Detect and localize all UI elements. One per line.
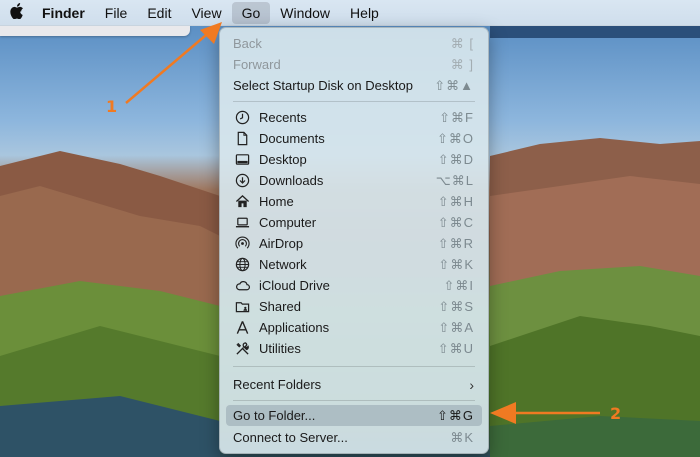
distant-sky xyxy=(490,26,700,38)
clock-icon xyxy=(233,109,251,127)
shortcut-label: ⇧⌘U xyxy=(437,340,474,356)
menu-finder[interactable]: Finder xyxy=(32,2,95,24)
shortcut-label: ⌘K xyxy=(450,429,474,445)
menu-item-label: Go to Folder... xyxy=(233,408,316,423)
menu-item-shared[interactable]: Shared ⇧⌘S xyxy=(226,296,482,317)
globe-icon xyxy=(233,256,251,274)
download-icon xyxy=(233,172,251,190)
airdrop-icon xyxy=(233,235,251,253)
menu-item-label: AirDrop xyxy=(259,236,304,251)
menu-item-label: Shared xyxy=(259,299,301,314)
menu-item-label: Recent Folders xyxy=(233,377,322,392)
apple-menu-icon[interactable] xyxy=(2,2,32,23)
menu-item-label: Recents xyxy=(259,110,307,125)
shortcut-label: ⇧⌘A xyxy=(438,319,474,335)
shared-folder-icon xyxy=(233,298,251,316)
shortcut-label: ⇧⌘K xyxy=(438,256,474,272)
menu-item-network[interactable]: Network ⇧⌘K xyxy=(226,254,482,275)
menu-window[interactable]: Window xyxy=(270,2,340,24)
cloud-icon xyxy=(233,277,251,295)
menu-item-label: Computer xyxy=(259,215,317,230)
menu-item-recents[interactable]: Recents ⇧⌘F xyxy=(226,107,482,128)
home-icon xyxy=(233,193,251,211)
menu-bar: Finder File Edit View Go Window Help xyxy=(0,0,700,26)
shortcut-label: ⇧⌘O xyxy=(436,130,474,146)
shortcut-label: ⇧⌘▲ xyxy=(434,77,474,93)
menu-item-label: Network xyxy=(259,257,307,272)
menu-separator xyxy=(233,366,475,367)
go-menu-dropdown: Back ⌘ [ Forward ⌘ ] Select Startup Disk… xyxy=(219,27,489,454)
menu-separator xyxy=(233,101,475,102)
menu-item-label: Utilities xyxy=(259,341,301,356)
menu-help[interactable]: Help xyxy=(340,2,389,24)
menu-item-connect-to-server[interactable]: Connect to Server... ⌘K xyxy=(226,427,482,448)
chevron-right-icon: › xyxy=(469,376,474,393)
shortcut-label: ⇧⌘G xyxy=(436,407,474,423)
menu-item-forward[interactable]: Forward ⌘ ] xyxy=(226,54,482,75)
laptop-icon xyxy=(233,214,251,232)
annotation-step-1: 1 xyxy=(106,97,118,116)
menu-item-label: Downloads xyxy=(259,173,324,188)
shortcut-label: ⇧⌘F xyxy=(439,109,474,125)
shortcut-label: ⇧⌘R xyxy=(437,235,474,251)
shortcut-label: ⇧⌘D xyxy=(437,151,474,167)
menu-item-label: Back xyxy=(233,36,262,51)
shortcut-label: ⌥⌘L xyxy=(435,172,474,188)
menu-go[interactable]: Go xyxy=(231,1,271,24)
menu-item-computer[interactable]: Computer ⇧⌘C xyxy=(226,212,482,233)
menu-item-label: Select Startup Disk on Desktop xyxy=(233,78,413,93)
shortcut-label: ⌘ [ xyxy=(450,35,474,51)
menu-item-label: Home xyxy=(259,194,294,209)
menu-item-back[interactable]: Back ⌘ [ xyxy=(226,33,482,54)
menu-item-applications[interactable]: Applications ⇧⌘A xyxy=(226,317,482,338)
menu-item-home[interactable]: Home ⇧⌘H xyxy=(226,191,482,212)
shortcut-label: ⇧⌘H xyxy=(437,193,474,209)
menu-item-utilities[interactable]: Utilities ⇧⌘U xyxy=(226,338,482,359)
menu-view[interactable]: View xyxy=(181,2,231,24)
menu-item-label: Connect to Server... xyxy=(233,430,348,445)
menu-item-label: iCloud Drive xyxy=(259,278,330,293)
menu-item-label: Forward xyxy=(233,57,281,72)
menu-item-go-to-folder[interactable]: Go to Folder... ⇧⌘G xyxy=(226,405,482,426)
shortcut-label: ⇧⌘S xyxy=(438,298,474,314)
menu-item-desktop[interactable]: Desktop ⇧⌘D xyxy=(226,149,482,170)
document-icon xyxy=(233,130,251,148)
menu-separator xyxy=(233,400,475,401)
menu-item-label: Documents xyxy=(259,131,325,146)
menu-item-recent-folders[interactable]: Recent Folders › xyxy=(226,374,482,395)
annotation-step-2: 2 xyxy=(610,404,622,423)
menu-item-airdrop[interactable]: AirDrop ⇧⌘R xyxy=(226,233,482,254)
finder-window[interactable] xyxy=(0,26,190,36)
shortcut-label: ⌘ ] xyxy=(450,56,474,72)
utilities-icon xyxy=(233,340,251,358)
menu-item-icloud-drive[interactable]: iCloud Drive ⇧⌘I xyxy=(226,275,482,296)
shortcut-label: ⇧⌘C xyxy=(437,214,474,230)
menu-edit[interactable]: Edit xyxy=(137,2,181,24)
menu-item-select-startup-disk[interactable]: Select Startup Disk on Desktop ⇧⌘▲ xyxy=(226,75,482,96)
menu-item-label: Desktop xyxy=(259,152,307,167)
menu-item-label: Applications xyxy=(259,320,330,335)
menu-item-documents[interactable]: Documents ⇧⌘O xyxy=(226,128,482,149)
menu-file[interactable]: File xyxy=(95,2,138,24)
applications-icon xyxy=(233,319,251,337)
menu-item-downloads[interactable]: Downloads ⌥⌘L xyxy=(226,170,482,191)
desktop-icon xyxy=(233,151,251,169)
shortcut-label: ⇧⌘I xyxy=(443,277,474,293)
